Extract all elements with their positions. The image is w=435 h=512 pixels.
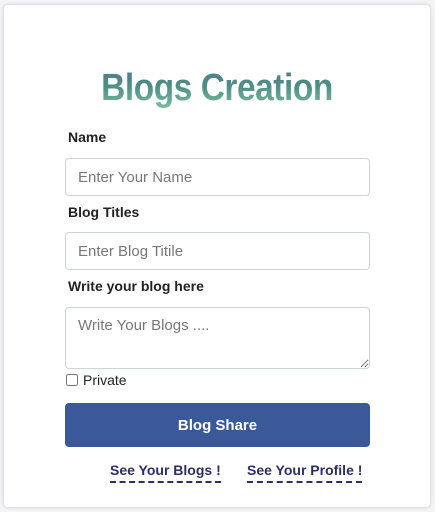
page-title: Blogs Creation	[30, 67, 405, 110]
blog-share-button[interactable]: Blog Share	[65, 403, 370, 447]
blog-titles-label: Blog Titles	[68, 204, 140, 220]
name-label: Name	[68, 129, 107, 145]
see-your-profile-link[interactable]: See Your Profile !	[247, 462, 363, 483]
private-checkbox[interactable]	[66, 374, 78, 386]
private-option[interactable]: Private	[65, 372, 127, 388]
name-input[interactable]	[65, 158, 370, 196]
blog-body-label: Write your blog here	[68, 278, 204, 294]
private-label: Private	[83, 372, 127, 388]
blog-creation-card: Blogs Creation Name Blog Titles Write yo…	[4, 5, 430, 507]
see-your-blogs-link[interactable]: See Your Blogs !	[110, 462, 221, 483]
blog-title-input[interactable]	[65, 232, 370, 270]
blog-body-textarea[interactable]	[65, 307, 370, 369]
